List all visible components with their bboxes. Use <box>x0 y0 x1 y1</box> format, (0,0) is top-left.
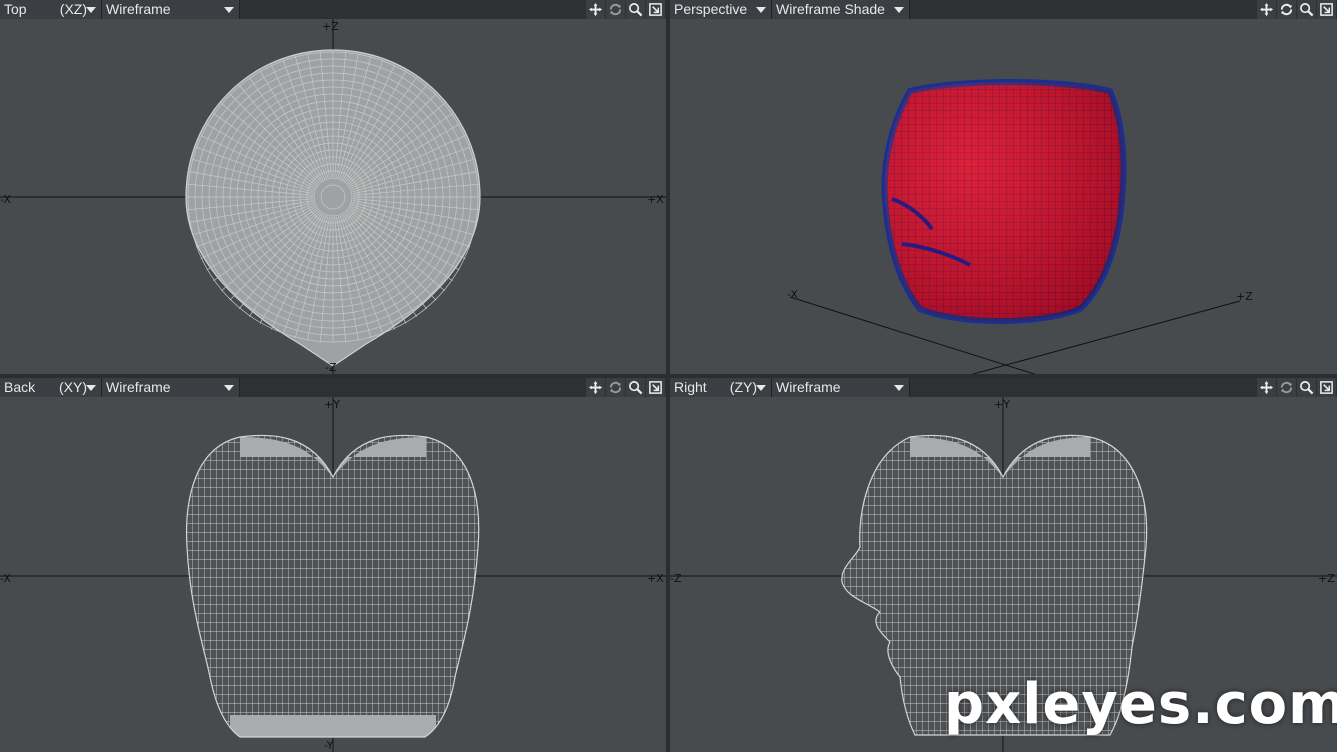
rotate-view-icon <box>1280 3 1293 16</box>
render-mode-label: Wireframe <box>106 379 171 395</box>
viewport-perspective[interactable]: Perspective Wireframe Shade -X +Z <box>670 0 1337 374</box>
viewport-perspective-header: Perspective Wireframe Shade <box>670 0 1337 19</box>
view-plane-label: (ZY) <box>729 379 757 395</box>
view-type-label: Back <box>4 379 36 395</box>
maximize-view-icon <box>649 381 662 394</box>
top-wireframe-mesh <box>185 49 481 367</box>
zoom-view-icon <box>629 3 643 17</box>
rotate-view-button[interactable] <box>606 378 625 397</box>
axis-label-down: -Y <box>324 739 334 752</box>
view-type-dropdown-back[interactable]: Back (XY) <box>0 378 102 397</box>
axis-label-left: -Z <box>670 572 682 585</box>
back-view-scene: +Y -Y -X +X <box>0 397 666 752</box>
axis-label-right: +Z <box>1318 572 1335 585</box>
viewport-top-header: Top (XZ) Wireframe <box>0 0 666 19</box>
move-view-icon <box>588 2 603 17</box>
render-mode-dropdown-top[interactable]: Wireframe <box>102 0 240 19</box>
viewport-back-canvas[interactable]: +Y -Y -X +X <box>0 397 666 752</box>
viewport-back-header: Back (XY) Wireframe <box>0 378 666 397</box>
zoom-view-button[interactable] <box>1297 378 1316 397</box>
axis-label-right: +X <box>647 193 664 206</box>
render-mode-dropdown-back[interactable]: Wireframe <box>102 378 240 397</box>
view-type-dropdown-right[interactable]: Right (ZY) <box>670 378 772 397</box>
move-view-icon <box>588 380 603 395</box>
zoom-view-button[interactable] <box>1297 0 1316 19</box>
maximize-view-button[interactable] <box>1317 378 1336 397</box>
render-mode-label: Wireframe Shade <box>776 1 885 17</box>
axis-label-left: -X <box>0 572 11 585</box>
axis-label-left: -X <box>0 193 11 206</box>
rotate-view-button[interactable] <box>1277 0 1296 19</box>
move-view-icon <box>1259 380 1274 395</box>
rotate-view-icon <box>609 3 622 16</box>
shaded-apple-mesh <box>881 79 1127 324</box>
view-type-label: Top <box>4 1 27 17</box>
viewport-right-header: Right (ZY) Wireframe <box>670 378 1337 397</box>
view-plane-label: (XZ) <box>59 1 87 17</box>
axis-label-left: -X <box>787 288 798 301</box>
maximize-view-icon <box>1320 3 1333 16</box>
axis-label-up: +Z <box>322 20 339 33</box>
maximize-view-icon <box>649 3 662 16</box>
viewport-back[interactable]: Back (XY) Wireframe +Y -Y -X +X <box>0 378 666 752</box>
site-watermark: pxleyes.com <box>944 672 1337 737</box>
rotate-view-button[interactable] <box>1277 378 1296 397</box>
move-view-button[interactable] <box>586 0 605 19</box>
viewport-top[interactable]: Top (XZ) Wireframe +Z -Z -X +X <box>0 0 666 374</box>
view-plane-label: (XY) <box>59 379 87 395</box>
perspective-scene: -X +Z <box>787 79 1253 374</box>
render-mode-label: Wireframe <box>106 1 171 17</box>
rotate-view-button[interactable] <box>606 0 625 19</box>
zoom-view-icon <box>1300 3 1314 17</box>
maximize-view-button[interactable] <box>1317 0 1336 19</box>
viewport-perspective-canvas[interactable]: -X +Z <box>670 19 1337 374</box>
maximize-view-icon <box>1320 381 1333 394</box>
back-wireframe-mesh <box>185 434 480 738</box>
render-mode-dropdown-perspective[interactable]: Wireframe Shade <box>772 0 910 19</box>
top-view-scene: +Z -Z -X +X <box>0 19 666 374</box>
viewport-top-canvas[interactable]: +Z -Z -X +X <box>0 19 666 374</box>
rotate-view-icon <box>1280 381 1293 394</box>
maximize-view-button[interactable] <box>646 0 665 19</box>
view-type-dropdown-top[interactable]: Top (XZ) <box>0 0 102 19</box>
move-view-button[interactable] <box>1257 378 1276 397</box>
rotate-view-icon <box>609 381 622 394</box>
render-mode-dropdown-right[interactable]: Wireframe <box>772 378 910 397</box>
move-view-button[interactable] <box>586 378 605 397</box>
axis-label-right: +Z <box>1236 290 1253 303</box>
view-type-label: Perspective <box>674 1 748 17</box>
view-type-dropdown-perspective[interactable]: Perspective <box>670 0 772 19</box>
render-mode-label: Wireframe <box>776 379 841 395</box>
move-view-icon <box>1259 2 1274 17</box>
zoom-view-icon <box>629 381 643 395</box>
view-type-label: Right <box>674 379 707 395</box>
zoom-view-button[interactable] <box>626 378 645 397</box>
move-view-button[interactable] <box>1257 0 1276 19</box>
zoom-view-button[interactable] <box>626 0 645 19</box>
axis-label-right: +X <box>647 572 664 585</box>
axis-label-down: -Z <box>325 361 337 374</box>
maximize-view-button[interactable] <box>646 378 665 397</box>
axis-label-up: +Y <box>324 398 340 411</box>
zoom-view-icon <box>1300 381 1314 395</box>
axis-label-up: +Y <box>994 398 1010 411</box>
